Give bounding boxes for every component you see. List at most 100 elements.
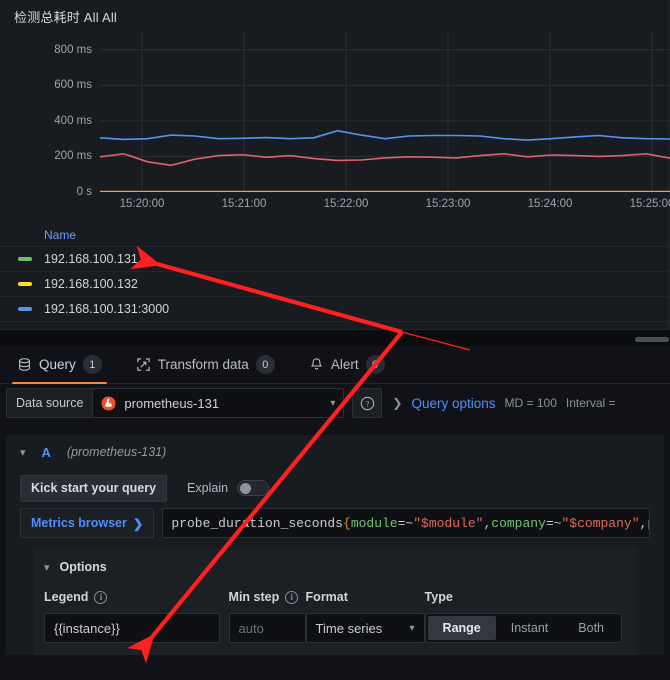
panel-header[interactable]: 检测总耗时 All All	[0, 0, 669, 32]
y-axis-tick: 0 s	[76, 186, 92, 198]
y-axis: 800 ms 600 ms 400 ms 200 ms 0 s	[0, 32, 100, 198]
question-circle-icon: ?	[360, 396, 375, 410]
chevron-down-icon[interactable]: ▾	[20, 446, 26, 459]
database-icon	[19, 358, 30, 371]
datasource-picker[interactable]: prometheus-131 ▾	[92, 388, 345, 418]
metrics-query-row: Metrics browser ❯ probe_duration_seconds…	[20, 508, 650, 538]
legend-color-swatch[interactable]	[18, 282, 32, 286]
tab-label: Transform data	[157, 357, 249, 372]
legend-input[interactable]: {{instance}}	[44, 613, 220, 643]
legend-color-swatch[interactable]	[18, 307, 32, 311]
legend-color-swatch[interactable]	[18, 257, 32, 261]
help-button[interactable]: ?	[352, 388, 383, 418]
legend-label-text: Legend	[44, 590, 89, 604]
explain-toggle-group[interactable]: Explain	[187, 480, 270, 496]
legend-series-label[interactable]: 192.168.100.131:3000	[44, 302, 169, 316]
min-step-field-label: Min step i	[229, 588, 306, 606]
options-header[interactable]: ▾ Options	[44, 556, 622, 578]
legend-row[interactable]: 192.168.100.132	[0, 272, 670, 297]
page-title: 检测总耗时 All All	[14, 9, 118, 25]
y-axis-tick: 400 ms	[54, 114, 92, 127]
kick-start-query-button[interactable]: Kick start your query	[20, 474, 168, 502]
promql-token: "$module"	[413, 515, 484, 531]
promql-input[interactable]: probe_duration_seconds{module=~"$module"…	[162, 508, 650, 538]
plot-wrapper: 800 ms 600 ms 400 ms 200 ms 0 s 15:20:00 15:2…	[0, 32, 670, 222]
plot-area[interactable]	[100, 32, 670, 192]
query-options-box: ▾ Options Legend i {{instance}} Min step…	[34, 548, 636, 655]
series-line	[100, 129, 670, 141]
promql-token: {	[343, 515, 351, 531]
legend-row[interactable]: 192.168.100.131:3000	[0, 297, 670, 322]
chevron-down-icon[interactable]: ▾	[330, 398, 335, 409]
query-options-link[interactable]: Query options	[411, 396, 495, 411]
chevron-right-icon: ❯	[132, 516, 144, 531]
type-radio-group[interactable]: Range Instant Both	[424, 613, 622, 643]
legend-table: Name 192.168.100.131 192.168.100.132 192.1…	[0, 224, 670, 322]
format-select[interactable]: Time series ▾	[305, 613, 425, 643]
metrics-browser-label: Metrics browser	[31, 516, 127, 530]
promql-token: module	[350, 515, 398, 531]
type-option-both[interactable]: Both	[563, 616, 619, 640]
panel-resize-handle[interactable]	[635, 337, 669, 342]
series-line	[100, 152, 670, 167]
metrics-browser-button[interactable]: Metrics browser ❯	[20, 508, 155, 538]
legend-row[interactable]: 192.168.100.131	[0, 247, 670, 272]
y-axis-tick: 800 ms	[54, 43, 92, 56]
tab-transform-data[interactable]: Transform data 0	[119, 346, 292, 383]
type-label-text: Type	[424, 590, 453, 604]
x-axis-tick: 15:23:00	[425, 198, 471, 210]
query-options-group: ❯ Query options MD = 100 Interval =	[392, 396, 615, 411]
query-editor-body: Kick start your query Explain Metrics br…	[6, 469, 664, 655]
panel-editor-pane: Query 1 Transform data 0 Alert 0 Data source …	[0, 346, 670, 680]
type-option-range[interactable]: Range	[427, 616, 496, 640]
datasource-row: Data source prometheus-131 ▾ ? ❯ Query o…	[0, 384, 670, 422]
tab-label: Alert	[330, 357, 359, 372]
type-option-instant[interactable]: Instant	[496, 616, 564, 640]
promql-token: proj	[647, 516, 649, 531]
interval-info: Interval =	[565, 396, 616, 410]
toggle-knob	[240, 482, 252, 494]
format-field-label: Format	[306, 588, 425, 606]
explain-toggle[interactable]	[237, 480, 270, 496]
x-axis-tick: 15:22:00	[323, 198, 369, 210]
query-ref-id[interactable]: A	[42, 445, 51, 460]
format-field-group: Format Time series ▾	[305, 588, 425, 643]
tab-count-badge: 1	[82, 355, 102, 374]
tab-query[interactable]: Query 1	[0, 346, 119, 384]
legend-field-label: Legend i	[44, 588, 229, 606]
min-step-input[interactable]: auto	[228, 613, 306, 643]
y-axis-tick: 200 ms	[54, 150, 92, 163]
chevron-down-icon[interactable]: ▾	[44, 561, 50, 574]
x-axis: 15:20:00 15:21:00 15:22:00 15:23:00 15:24:00…	[100, 192, 670, 218]
max-data-points-info: MD = 100	[504, 396, 557, 410]
query-datasource-note: (prometheus-131)	[66, 445, 167, 459]
format-label-text: Format	[305, 590, 348, 604]
datasource-value: prometheus-131	[124, 395, 220, 411]
options-title: Options	[59, 560, 107, 574]
datasource-label: Data source	[6, 388, 93, 418]
info-icon[interactable]: i	[94, 590, 108, 604]
promql-token: company	[491, 515, 546, 531]
legend-series-label[interactable]: 192.168.100.132	[44, 277, 138, 291]
x-axis-tick: 15:20:00	[119, 198, 165, 210]
transform-icon	[137, 358, 150, 371]
chevron-right-icon[interactable]: ❯	[392, 396, 402, 410]
legend-column-header[interactable]: Name	[0, 224, 670, 247]
explain-label: Explain	[187, 481, 229, 495]
x-axis-tick: 15:24:00	[527, 198, 573, 210]
legend-field-group: Legend i {{instance}}	[44, 588, 229, 643]
x-axis-tick: 15:21:00	[221, 198, 267, 210]
tab-alert[interactable]: Alert 0	[292, 346, 402, 383]
query-actions-row: Kick start your query Explain	[20, 471, 650, 505]
x-axis-tick: 15:25:00	[629, 198, 670, 210]
tab-count-badge: 0	[365, 355, 385, 374]
promql-token: =~	[397, 515, 414, 531]
tab-count-badge: 0	[255, 355, 275, 374]
editor-tabbar: Query 1 Transform data 0 Alert 0	[0, 346, 670, 384]
prometheus-icon	[101, 395, 116, 411]
promql-expression: probe_duration_seconds{module=~"$module"…	[171, 515, 649, 531]
tab-label: Query	[39, 357, 76, 372]
info-icon[interactable]: i	[285, 590, 299, 604]
legend-series-label[interactable]: 192.168.100.131	[44, 252, 138, 266]
query-row-header[interactable]: ▾ A (prometheus-131)	[6, 435, 664, 469]
